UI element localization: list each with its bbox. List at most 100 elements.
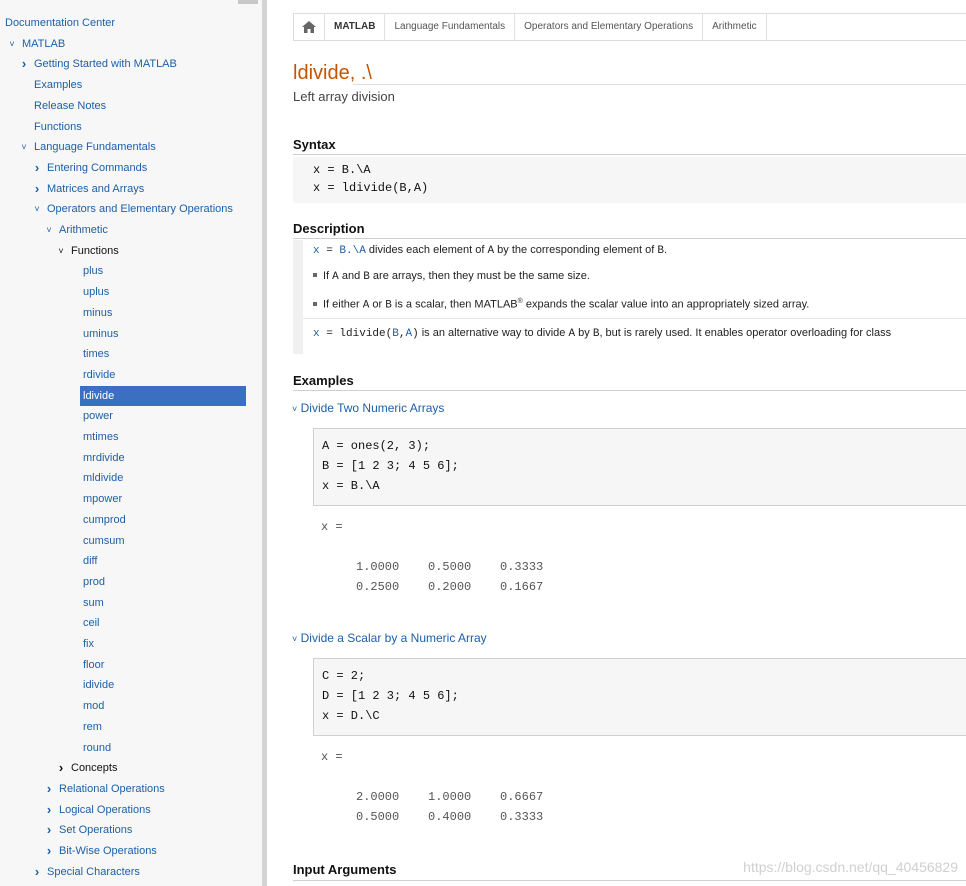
sidebar-item-uplus[interactable]: uplus [83, 282, 109, 302]
sidebar-item-matlab[interactable]: MATLAB [22, 34, 65, 54]
chevron-right-icon[interactable]: › [44, 820, 54, 840]
sidebar-item-functions[interactable]: Functions [34, 117, 82, 137]
sidebar-item-floor[interactable]: floor [83, 655, 104, 675]
code-b[interactable]: B [392, 328, 399, 340]
code-b: B [363, 271, 370, 283]
syntax-heading: Syntax [293, 137, 336, 152]
sidebar-item-entering-commands[interactable]: Entering Commands [47, 158, 147, 178]
sidebar-item-logical-operations[interactable]: Logical Operations [59, 800, 151, 820]
sidebar-item-cumsum[interactable]: cumsum [83, 531, 125, 551]
examples-divider [293, 390, 966, 391]
sidebar-item-operators-and-elementary-operations[interactable]: Operators and Elementary Operations [47, 199, 233, 219]
chevron-right-icon[interactable]: › [32, 158, 42, 178]
sidebar-item-rdivide[interactable]: rdivide [83, 365, 115, 385]
page-title: ldivide, .\ [293, 62, 372, 84]
title-divider [353, 84, 966, 85]
sidebar-item-power[interactable]: power [83, 406, 113, 426]
sidebar-item-times[interactable]: times [83, 344, 109, 364]
chevron-right-icon[interactable]: › [44, 779, 54, 799]
sidebar-item-examples[interactable]: Examples [34, 75, 82, 95]
chevron-down-icon[interactable]: ˅ [7, 34, 17, 54]
example-2-output-row: 0.5000 0.4000 0.3333 [356, 810, 544, 824]
sidebar-item-mrdivide[interactable]: mrdivide [83, 448, 125, 468]
description-text: , but is rarely used. It enables operato… [599, 327, 892, 339]
sidebar-item-bit-wise-operations[interactable]: Bit-Wise Operations [59, 841, 157, 861]
chevron-right-icon[interactable]: › [44, 841, 54, 861]
code-line: x = B.\A [322, 479, 380, 493]
sidebar-item-data-types[interactable]: Data Types [47, 882, 102, 886]
chevron-down-icon[interactable]: ˅ [32, 199, 42, 219]
input-arguments-heading: Input Arguments [293, 862, 397, 877]
breadcrumb-item-operators[interactable]: Operators and Elementary Operations [515, 14, 704, 40]
code-fn: ldivide( [339, 328, 393, 340]
code-x[interactable]: x [313, 328, 320, 340]
description-divider [293, 238, 966, 239]
example-1-output-label: x = [321, 520, 343, 534]
sidebar-item-language-fundamentals[interactable]: Language Fundamentals [34, 137, 156, 157]
description-line-1: x = B.\A divides each element of A by th… [313, 241, 667, 259]
description-text: by the corresponding element of [494, 244, 658, 256]
chevron-right-icon[interactable]: › [19, 54, 29, 74]
sidebar-item-plus[interactable]: plus [83, 261, 103, 281]
description-text: or [369, 298, 386, 311]
description-text: and [338, 270, 364, 282]
example-1-toggle[interactable]: ˅ Divide Two Numeric Arrays [292, 401, 444, 415]
description-inner-divider [303, 318, 966, 319]
home-icon[interactable] [294, 14, 325, 40]
chevron-down-icon[interactable]: ˅ [44, 220, 54, 240]
code-expr[interactable]: B.\A [339, 245, 365, 257]
description-line-2: x = ldivide(B,A) is an alternative way t… [313, 324, 891, 342]
sidebar-item-documentation-center[interactable]: Documentation Center [5, 13, 115, 33]
sidebar-item-mpower[interactable]: mpower [83, 489, 122, 509]
chevron-right-icon[interactable]: › [32, 179, 42, 199]
breadcrumb-item-matlab[interactable]: MATLAB [325, 14, 386, 40]
chevron-right-icon[interactable]: › [32, 882, 42, 886]
code-x[interactable]: x [313, 245, 320, 257]
sidebar-item-uminus[interactable]: uminus [83, 324, 118, 344]
bullet-icon [313, 273, 317, 278]
example-2-toggle[interactable]: ˅ Divide a Scalar by a Numeric Array [292, 631, 487, 645]
description-side-bar [293, 240, 303, 354]
sidebar-item-mod[interactable]: mod [83, 696, 104, 716]
code-line: A = ones(2, 3); [322, 439, 431, 453]
chevron-right-icon[interactable]: › [44, 800, 54, 820]
syntax-line: x = B.\A [313, 163, 371, 177]
sidebar-item-ldivide[interactable]: ldivide [80, 386, 246, 406]
sidebar-item-functions[interactable]: Functions [71, 241, 119, 261]
example-1-output-row: 0.2500 0.2000 0.1667 [356, 580, 544, 594]
sidebar-item-rem[interactable]: rem [83, 717, 102, 737]
chevron-right-icon[interactable]: › [32, 862, 42, 882]
sidebar-item-matrices-and-arrays[interactable]: Matrices and Arrays [47, 179, 144, 199]
sidebar-item-round[interactable]: round [83, 738, 111, 758]
sidebar-item-mtimes[interactable]: mtimes [83, 427, 118, 447]
chevron-down-icon[interactable]: ˅ [56, 241, 66, 261]
breadcrumb-item-language-fundamentals[interactable]: Language Fundamentals [385, 14, 516, 40]
sidebar-item-set-operations[interactable]: Set Operations [59, 820, 132, 840]
watermark: https://blog.csdn.net/qq_40456829 [743, 859, 958, 875]
description-panel: x = B.\A divides each element of A by th… [303, 240, 966, 354]
sidebar-item-fix[interactable]: fix [83, 634, 94, 654]
description-bullet-1: If A and B are arrays, then they must be… [313, 267, 590, 285]
sidebar-item-mldivide[interactable]: mldivide [83, 468, 123, 488]
sidebar-item-concepts[interactable]: Concepts [71, 758, 117, 778]
breadcrumb-item-arithmetic[interactable]: Arithmetic [703, 14, 767, 40]
sidebar-item-prod[interactable]: prod [83, 572, 105, 592]
sidebar-item-idivide[interactable]: idivide [83, 675, 114, 695]
chevron-down-icon[interactable]: ˅ [19, 137, 29, 157]
sidebar-item-arithmetic[interactable]: Arithmetic [59, 220, 108, 240]
sidebar-item-minus[interactable]: minus [83, 303, 112, 323]
sidebar-item-ceil[interactable]: ceil [83, 613, 100, 633]
sidebar-item-release-notes[interactable]: Release Notes [34, 96, 106, 116]
sidebar-top-handle[interactable] [238, 0, 258, 4]
description-text: divides each element of [365, 244, 488, 256]
code-line: B = [1 2 3; 4 5 6]; [322, 459, 459, 473]
sidebar-item-relational-operations[interactable]: Relational Operations [59, 779, 165, 799]
code-close: ) [412, 328, 419, 340]
sidebar-item-special-characters[interactable]: Special Characters [47, 862, 140, 882]
sidebar-item-sum[interactable]: sum [83, 593, 104, 613]
sidebar-item-diff[interactable]: diff [83, 551, 97, 571]
chevron-down-icon: ˅ [292, 404, 298, 414]
sidebar-item-getting-started-with-matlab[interactable]: Getting Started with MATLAB [34, 54, 177, 74]
chevron-right-icon[interactable]: › [56, 758, 66, 778]
sidebar-item-cumprod[interactable]: cumprod [83, 510, 126, 530]
